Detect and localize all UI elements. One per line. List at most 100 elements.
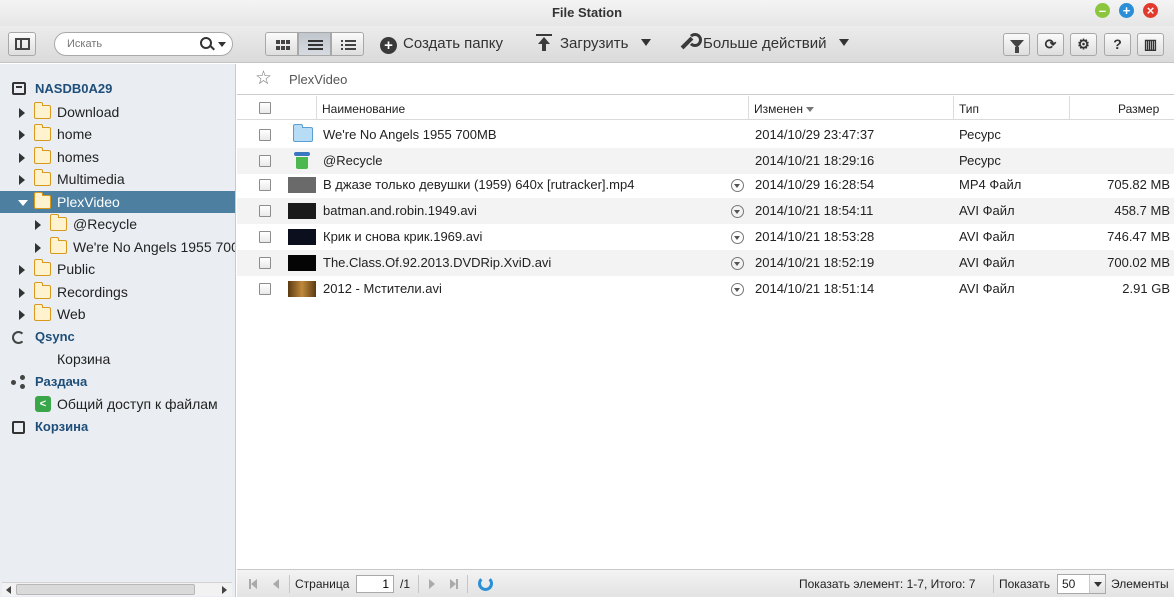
column-header-modified[interactable]: Изменен — [754, 102, 814, 116]
help-button[interactable]: ? — [1104, 33, 1131, 56]
expand-arrow-icon[interactable] — [19, 288, 25, 298]
file-name[interactable]: 2012 - Мстители.avi — [323, 276, 723, 302]
file-date: 2014/10/29 16:28:54 — [755, 177, 875, 192]
table-row[interactable]: В джазе только девушки (1959) 640x [rutr… — [237, 172, 1174, 198]
row-checkbox[interactable] — [259, 231, 271, 243]
table-row[interactable]: Крик и снова крик.1969.avi 2014/10/21 18… — [237, 224, 1174, 250]
table-row[interactable]: The.Class.Of.92.2013.DVDRip.XviD.avi 201… — [237, 250, 1174, 276]
filter-button[interactable] — [1003, 33, 1030, 56]
file-name[interactable]: The.Class.Of.92.2013.DVDRip.XviD.avi — [323, 250, 723, 276]
create-folder-button[interactable]: + Создать папку — [380, 33, 503, 55]
sidebar-item-multimedia[interactable]: Multimedia — [0, 168, 235, 190]
info-panel-button[interactable]: ▥ — [1137, 33, 1164, 56]
row-checkbox[interactable] — [259, 205, 271, 217]
file-name[interactable]: @Recycle — [323, 148, 723, 174]
file-name[interactable]: В джазе только девушки (1959) 640x [rutr… — [323, 172, 723, 198]
first-page-icon[interactable] — [249, 579, 257, 589]
sidebar-item-qsync-recycle[interactable]: Корзина — [0, 348, 235, 370]
close-icon[interactable]: × — [1143, 3, 1158, 18]
more-actions-button[interactable]: Больше действий — [679, 33, 849, 55]
refresh-button[interactable]: ⟳ — [1037, 33, 1064, 56]
refresh-icon[interactable] — [478, 576, 493, 591]
folder-icon — [33, 169, 51, 186]
sidebar-item-no-angels[interactable]: We're No Angels 1955 700MB — [0, 236, 235, 258]
search-icon[interactable] — [200, 37, 212, 49]
row-menu-chevron-icon[interactable] — [731, 205, 744, 218]
sidebar-item-public[interactable]: Public — [0, 258, 235, 280]
file-date: 2014/10/21 18:52:19 — [755, 255, 875, 270]
row-menu-chevron-icon[interactable] — [731, 179, 744, 192]
table-row[interactable]: @Recycle 2014/10/21 18:29:16 Ресурс — [237, 148, 1174, 174]
column-header-type[interactable]: Тип — [959, 102, 979, 116]
column-divider[interactable] — [953, 96, 954, 120]
scroll-right-icon[interactable] — [222, 586, 227, 594]
expand-arrow-icon[interactable] — [19, 265, 25, 275]
sidebar-item-homes[interactable]: homes — [0, 146, 235, 168]
thumbnail-view-button[interactable] — [265, 32, 298, 56]
table-row[interactable]: batman.and.robin.1949.avi 2014/10/21 18:… — [237, 198, 1174, 224]
sidebar-item-label: home — [57, 126, 93, 142]
upload-button[interactable]: Загрузить — [536, 33, 651, 55]
select-all-checkbox[interactable] — [259, 102, 271, 114]
expand-arrow-icon[interactable] — [19, 310, 25, 320]
chevron-down-icon[interactable] — [1089, 575, 1105, 593]
star-icon[interactable]: ☆ — [255, 68, 272, 90]
sidebar-section-qsync[interactable]: Qsync — [0, 326, 235, 348]
sidebar-horizontal-scrollbar[interactable] — [2, 582, 232, 596]
expand-arrow-icon[interactable] — [19, 153, 25, 163]
file-name[interactable]: Крик и снова крик.1969.avi — [323, 224, 723, 250]
sidebar-item-file-sharing[interactable]: < Общий доступ к файлам — [0, 393, 235, 415]
row-checkbox[interactable] — [259, 283, 271, 295]
expand-arrow-icon[interactable] — [35, 220, 41, 230]
expand-arrow-icon[interactable] — [19, 175, 25, 185]
search-input[interactable] — [67, 36, 197, 52]
row-menu-chevron-icon[interactable] — [731, 257, 744, 270]
sidebar-item-download[interactable]: Download — [0, 101, 235, 123]
table-row[interactable]: 2012 - Мстители.avi 2014/10/21 18:51:14 … — [237, 276, 1174, 302]
row-checkbox[interactable] — [259, 257, 271, 269]
column-header-name[interactable]: Наименование — [322, 102, 405, 116]
expand-arrow-icon[interactable] — [19, 130, 25, 140]
collapse-arrow-icon[interactable] — [18, 200, 28, 206]
sidebar-item-plexvideo[interactable]: PlexVideo — [0, 191, 235, 213]
scroll-left-icon[interactable] — [6, 586, 11, 594]
row-menu-chevron-icon[interactable] — [731, 231, 744, 244]
row-checkbox[interactable] — [259, 179, 271, 191]
row-checkbox[interactable] — [259, 129, 271, 141]
maximize-icon[interactable]: + — [1119, 3, 1134, 18]
search-box[interactable] — [54, 32, 233, 56]
row-checkbox[interactable] — [259, 155, 271, 167]
window-title: File Station — [551, 5, 623, 20]
column-divider[interactable] — [316, 96, 317, 120]
column-header-size[interactable]: Размер — [1118, 102, 1159, 116]
sidebar-section-recycle[interactable]: Корзина — [0, 416, 235, 438]
page-number-input[interactable] — [356, 575, 394, 593]
column-divider[interactable] — [1069, 96, 1070, 120]
sidebar-toggle-button[interactable] — [8, 32, 36, 56]
grid-icon — [276, 40, 290, 50]
sidebar-section-share[interactable]: Раздача — [0, 371, 235, 393]
previous-page-icon[interactable] — [273, 579, 279, 589]
chevron-down-icon — [838, 39, 849, 46]
table-row[interactable]: We're No Angels 1955 700MB 2014/10/29 23… — [237, 122, 1174, 148]
per-page-select[interactable]: 50 — [1057, 574, 1106, 594]
search-options-chevron-icon[interactable] — [218, 42, 226, 47]
sidebar-item-recordings[interactable]: Recordings — [0, 281, 235, 303]
list-view-button[interactable] — [298, 32, 331, 56]
expand-arrow-icon[interactable] — [35, 243, 41, 253]
sidebar-item-web[interactable]: Web — [0, 303, 235, 325]
row-menu-chevron-icon[interactable] — [731, 283, 744, 296]
settings-button[interactable]: ⚙ — [1070, 33, 1097, 56]
last-page-icon[interactable] — [450, 579, 458, 589]
expand-arrow-icon[interactable] — [19, 108, 25, 118]
file-name[interactable]: batman.and.robin.1949.avi — [323, 198, 723, 224]
sidebar-item-home[interactable]: home — [0, 123, 235, 145]
column-divider[interactable] — [748, 96, 749, 120]
detail-view-button[interactable] — [331, 32, 364, 56]
file-name[interactable]: We're No Angels 1955 700MB — [323, 122, 723, 148]
minimize-icon[interactable]: – — [1095, 3, 1110, 18]
sidebar-item-recycle[interactable]: @Recycle — [0, 213, 235, 235]
scrollbar-thumb[interactable] — [16, 584, 195, 595]
next-page-icon[interactable] — [429, 579, 435, 589]
sidebar-item-nas[interactable]: NASDB0A29 — [0, 78, 235, 100]
